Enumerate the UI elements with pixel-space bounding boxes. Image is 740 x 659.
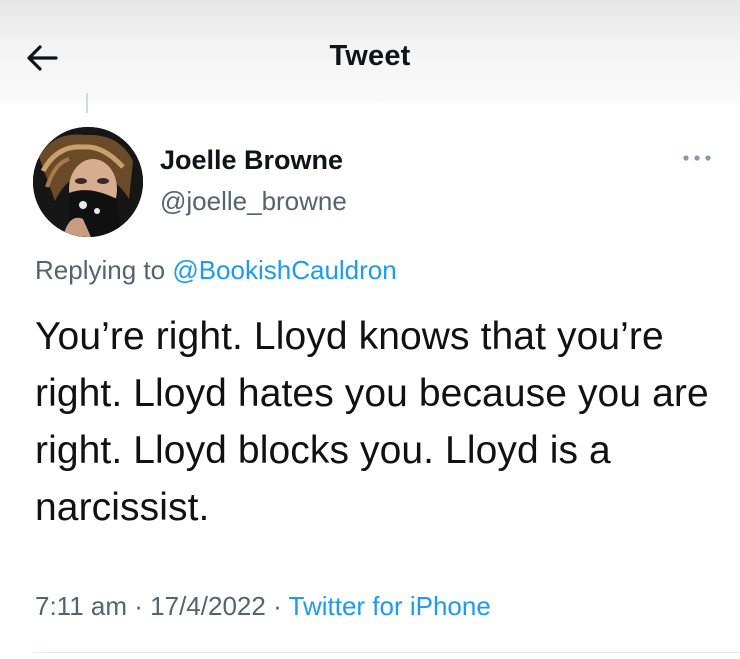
replying-to-label: Replying to: [35, 255, 166, 285]
tweet-meta: 7:11 am · 17/4/2022 · Twitter for iPhone: [35, 591, 491, 622]
author-display-name[interactable]: Joelle Browne: [160, 145, 343, 176]
tweet-text: You’re right. Lloyd knows that you’re ri…: [35, 315, 709, 529]
tweet-date[interactable]: 17/4/2022: [150, 591, 266, 621]
replying-to-line: Replying to @BookishCauldron: [35, 255, 397, 286]
author-handle[interactable]: @joelle_browne: [160, 186, 347, 217]
more-options-button[interactable]: [680, 148, 714, 168]
divider: [33, 652, 740, 653]
top-bar: Tweet: [0, 0, 740, 103]
replying-to-mention-link[interactable]: @BookishCauldron: [172, 255, 396, 285]
more-horizontal-icon: [683, 155, 711, 161]
tweet-source-link[interactable]: Twitter for iPhone: [289, 591, 491, 621]
avatar[interactable]: [33, 127, 143, 237]
meta-separator: ·: [134, 591, 143, 621]
page-title: Tweet: [329, 40, 411, 72]
thread-connector-line: [86, 93, 88, 113]
profile-photo: [33, 127, 143, 237]
meta-separator: ·: [273, 591, 282, 621]
tweet-time[interactable]: 7:11 am: [35, 591, 127, 621]
